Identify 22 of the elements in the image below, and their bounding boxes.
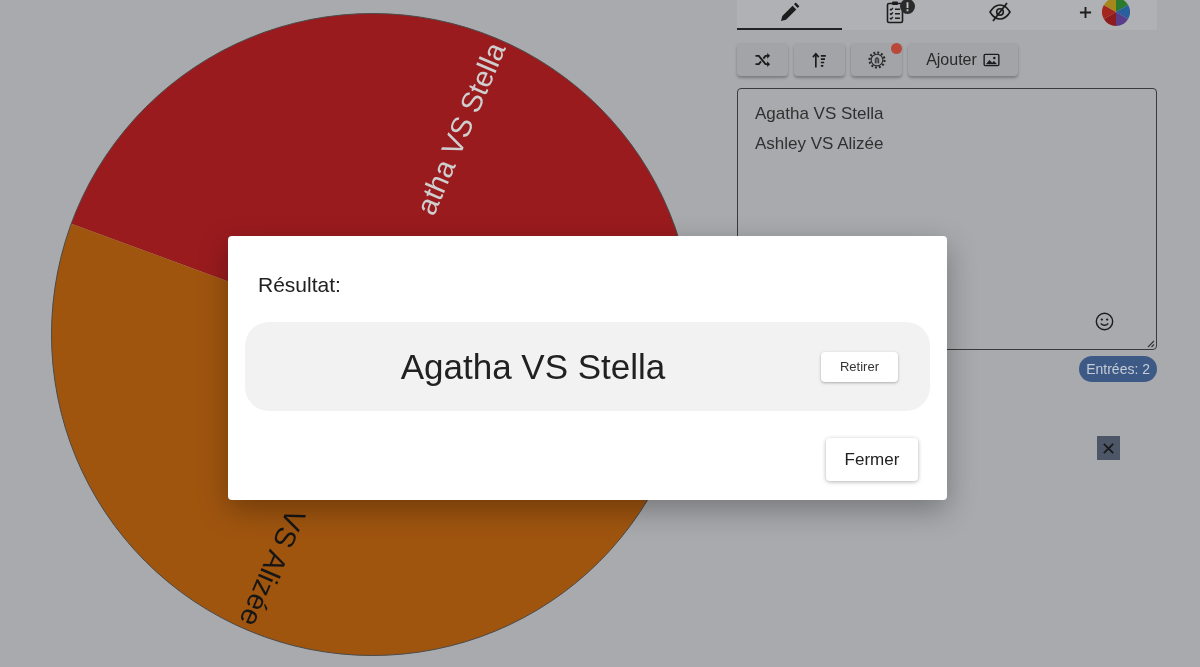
color-wheel-icon xyxy=(1102,0,1130,26)
wheel-slice-label: atha VS Stella xyxy=(409,37,512,220)
settings-icon xyxy=(866,49,887,70)
close-icon xyxy=(1101,440,1116,456)
entry-line: Agatha VS Stella xyxy=(755,103,884,125)
shuffle-button[interactable] xyxy=(737,43,788,76)
settings-button[interactable] xyxy=(851,43,902,76)
remove-button[interactable]: Retirer xyxy=(821,351,898,382)
image-icon xyxy=(982,52,1000,67)
entry-line: Ashley VS Alizée xyxy=(755,133,884,155)
close-button[interactable]: Fermer xyxy=(826,438,918,481)
entry-count-badge: Entrées: 2 xyxy=(1079,356,1157,382)
plus-icon xyxy=(1079,5,1092,19)
dialog-title: Résultat: xyxy=(258,272,341,298)
resize-handle-icon[interactable] xyxy=(1145,338,1155,348)
sort-button[interactable] xyxy=(794,43,845,76)
emoji-icon[interactable] xyxy=(1095,312,1114,331)
wheel-slice-label: VS Alizée xyxy=(233,504,312,632)
add-image-button[interactable]: Ajouter xyxy=(908,43,1018,76)
tab[interactable] xyxy=(737,0,842,30)
eye-slash-icon xyxy=(987,0,1012,24)
result-text: Agatha VS Stella xyxy=(399,346,667,387)
